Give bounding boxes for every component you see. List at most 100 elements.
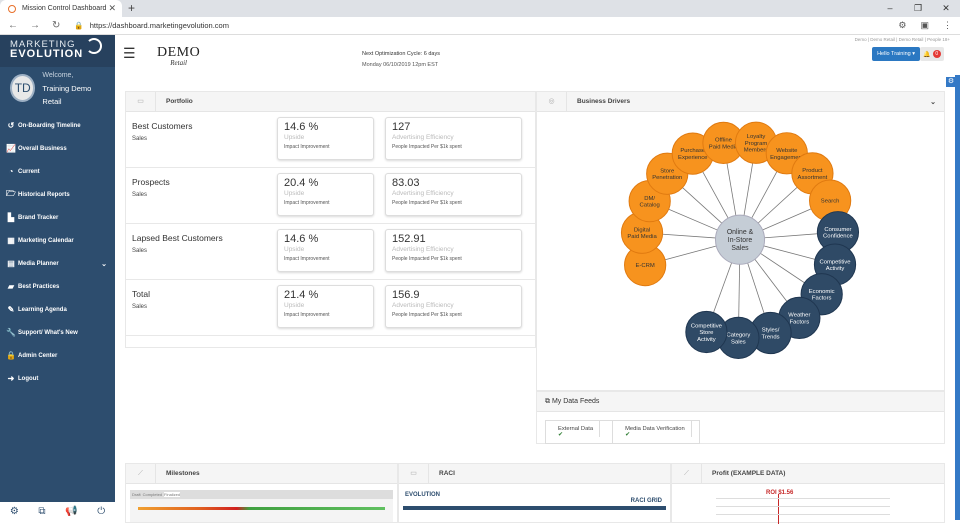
feed-media-data-verification[interactable]: Media Data Verification ✔ [613, 421, 699, 443]
roi-label: ROI $1.56 [766, 490, 794, 496]
sidebar-item-logout[interactable]: ➜ Logout [0, 367, 115, 390]
scrollbar[interactable] [955, 75, 960, 520]
raci-thumbnail[interactable]: EVOLUTION RACI GRID [403, 490, 666, 522]
back-icon[interactable]: ← [8, 20, 18, 31]
driver-node-label: Purchase Experience [678, 148, 707, 161]
sidebar-item-overall-business[interactable]: 📈 Overall Business [0, 137, 115, 160]
profit-title: Profit (EXAMPLE DATA) [712, 470, 786, 477]
feed-external-data[interactable]: External Data ✔ [546, 421, 614, 443]
client-brand: DEMO Retail [157, 45, 200, 67]
lock-icon: 🔒 [74, 21, 84, 30]
efficiency-desc: People Impacted Per $1k spent [392, 144, 462, 150]
efficiency-card[interactable]: 83.03 Advertising Efficiency People Impa… [385, 173, 522, 216]
url-field[interactable]: 🔒 https://dashboard.marketingevolution.co… [74, 21, 229, 30]
drivers-header: ◎ Business Drivers ⌄ [537, 91, 944, 112]
sidebar-item-label: Logout [18, 375, 39, 382]
reload-icon[interactable]: ↻ [52, 20, 60, 31]
efficiency-desc: People Impacted Per $1k spent [392, 312, 462, 318]
driver-node-label: E-CRM [636, 263, 655, 269]
user-menu-button[interactable]: Hello Training ▾ [872, 47, 920, 61]
book-icon: ▰ [7, 282, 15, 291]
data-feeds-panel: ⧉ My Data Feeds External Data ✔ Media Da… [536, 391, 945, 444]
notifications-button[interactable]: 🔔 0 [920, 47, 944, 61]
image-icon: ▭ [399, 463, 429, 484]
milestone-bar [138, 507, 385, 510]
restore-icon[interactable]: ❐ [904, 0, 932, 16]
raci-header: ▭ RACI [399, 463, 670, 484]
sidebar-item-label: Learning Agenda [18, 306, 67, 313]
efficiency-card[interactable]: 156.9 Advertising Efficiency People Impa… [385, 285, 522, 328]
gear-icon[interactable]: ⚙ [10, 506, 19, 517]
logo[interactable]: MARKETING EVOLUTION [0, 35, 115, 67]
profile-icon[interactable]: ▣ [920, 20, 929, 31]
milestone-tab-draft[interactable]: Draft [132, 492, 141, 497]
sidebar-menu: ↺ On-Boarding Timeline 📈 Overall Business … [0, 114, 115, 390]
segment-name: Total [132, 289, 150, 299]
segment-name: Best Customers [132, 121, 193, 131]
upside-card[interactable]: 21.4 % Upside Impact Improvement [277, 285, 374, 328]
profit-thumbnail[interactable]: ROI $1.56 [676, 490, 940, 524]
new-tab-icon[interactable]: + [128, 1, 135, 15]
wrench-icon: 🔧 [6, 328, 16, 337]
power-icon[interactable]: ⏻ [97, 506, 105, 517]
upside-label: Upside [284, 190, 305, 197]
sidebar-item-marketing-calendar[interactable]: ▦ Marketing Calendar [0, 229, 115, 252]
megaphone-icon[interactable]: 📢 [65, 506, 77, 517]
milestone-tab-finalized[interactable]: Finalized [164, 492, 181, 497]
driver-node-label: Styles/Trends [762, 328, 780, 341]
close-tab-icon[interactable]: ✕ [108, 3, 116, 14]
grid-line [716, 506, 890, 507]
upside-value: 14.6 % [284, 233, 319, 245]
welcome-text: Welcome, [42, 71, 74, 79]
sidebar-item-brand-tracker[interactable]: ▙ Brand Tracker [0, 206, 115, 229]
extension-icon[interactable]: ⚙ [898, 20, 906, 31]
upside-card[interactable]: 20.4 % Upside Impact Improvement [277, 173, 374, 216]
grid-line [716, 498, 890, 499]
upside-label: Upside [284, 302, 305, 309]
browser-tab[interactable]: Mission Control Dashboard ✕ [0, 0, 122, 17]
milestones-thumbnail[interactable]: Draft Completed Finalized [130, 490, 393, 522]
upside-value: 14.6 % [284, 121, 319, 133]
sidebar-item-support[interactable]: 🔧 Support/ What's New [0, 321, 115, 344]
minimize-icon[interactable]: – [876, 0, 904, 16]
sidebar-item-best-practices[interactable]: ▰ Best Practices [0, 275, 115, 298]
sidebar-item-historical-reports[interactable]: 🗁 Historical Reports [0, 183, 115, 206]
efficiency-card[interactable]: 127 Advertising Efficiency People Impact… [385, 117, 522, 160]
chevron-down-icon[interactable]: ⌄ [101, 260, 107, 268]
driver-node-label: Consumer Confidence [823, 227, 853, 240]
grid-line [716, 514, 890, 515]
calculator-icon: ▤ [7, 259, 15, 268]
business-drivers-diagram: Online & In-Store SalesE-CRMDigital Paid Me… [620, 121, 860, 359]
breadcrumb[interactable]: Demo | Demo Retail | Demo Retail | Peopl… [855, 37, 950, 42]
url-text: https://dashboard.marketingevolution.com [89, 21, 229, 30]
collapse-chevron-icon[interactable]: ⌄ [930, 98, 936, 106]
portfolio-row: Prospects Sales 20.4 % Upside Impact Imp… [126, 168, 535, 224]
sidebar-item-onboarding[interactable]: ↺ On-Boarding Timeline [0, 114, 115, 137]
dashboard-icon: ◔ [8, 167, 14, 176]
sidebar-item-current[interactable]: ◔ Current [0, 160, 115, 183]
feeds-list: External Data ✔ Media Data Verification … [545, 420, 700, 444]
milestone-tab-completed[interactable]: Completed [143, 492, 162, 497]
raci-logo: EVOLUTION [405, 492, 441, 498]
menu-dots-icon[interactable]: ⋮ [943, 20, 952, 31]
raci-title: RACI [439, 470, 455, 477]
upside-card[interactable]: 14.6 % Upside Impact Improvement [277, 229, 374, 272]
sidebar-item-admin-center[interactable]: 🔒 Admin Center [0, 344, 115, 367]
portfolio-row: Total Sales 21.4 % Upside Impact Improve… [126, 280, 535, 336]
efficiency-card[interactable]: 152.91 Advertising Efficiency People Imp… [385, 229, 522, 272]
avatar[interactable]: TD [10, 74, 36, 102]
forward-icon[interactable]: → [30, 20, 40, 31]
settings-gear-icon[interactable]: ⚙ [946, 77, 956, 87]
efficiency-label: Advertising Efficiency [392, 246, 454, 253]
efficiency-value: 127 [392, 121, 411, 133]
sidebar-item-learning-agenda[interactable]: ✎ Learning Agenda [0, 298, 115, 321]
sidebar-item-media-planner[interactable]: ▤ Media Planner ⌄ [0, 252, 115, 275]
business-drivers-panel: ◎ Business Drivers ⌄ Online & In-Store Sal… [536, 91, 945, 391]
org-chart-icon[interactable]: ⧉ [38, 506, 45, 517]
close-window-icon[interactable]: ✕ [932, 0, 960, 16]
segment-kpi: Sales [132, 136, 148, 142]
upside-card[interactable]: 14.6 % Upside Impact Improvement [277, 117, 374, 160]
check-circle-icon: ✔ [625, 432, 630, 438]
hamburger-menu-icon[interactable]: ☰ [123, 45, 136, 62]
portfolio-header: ▭ Portfolio [126, 91, 535, 112]
